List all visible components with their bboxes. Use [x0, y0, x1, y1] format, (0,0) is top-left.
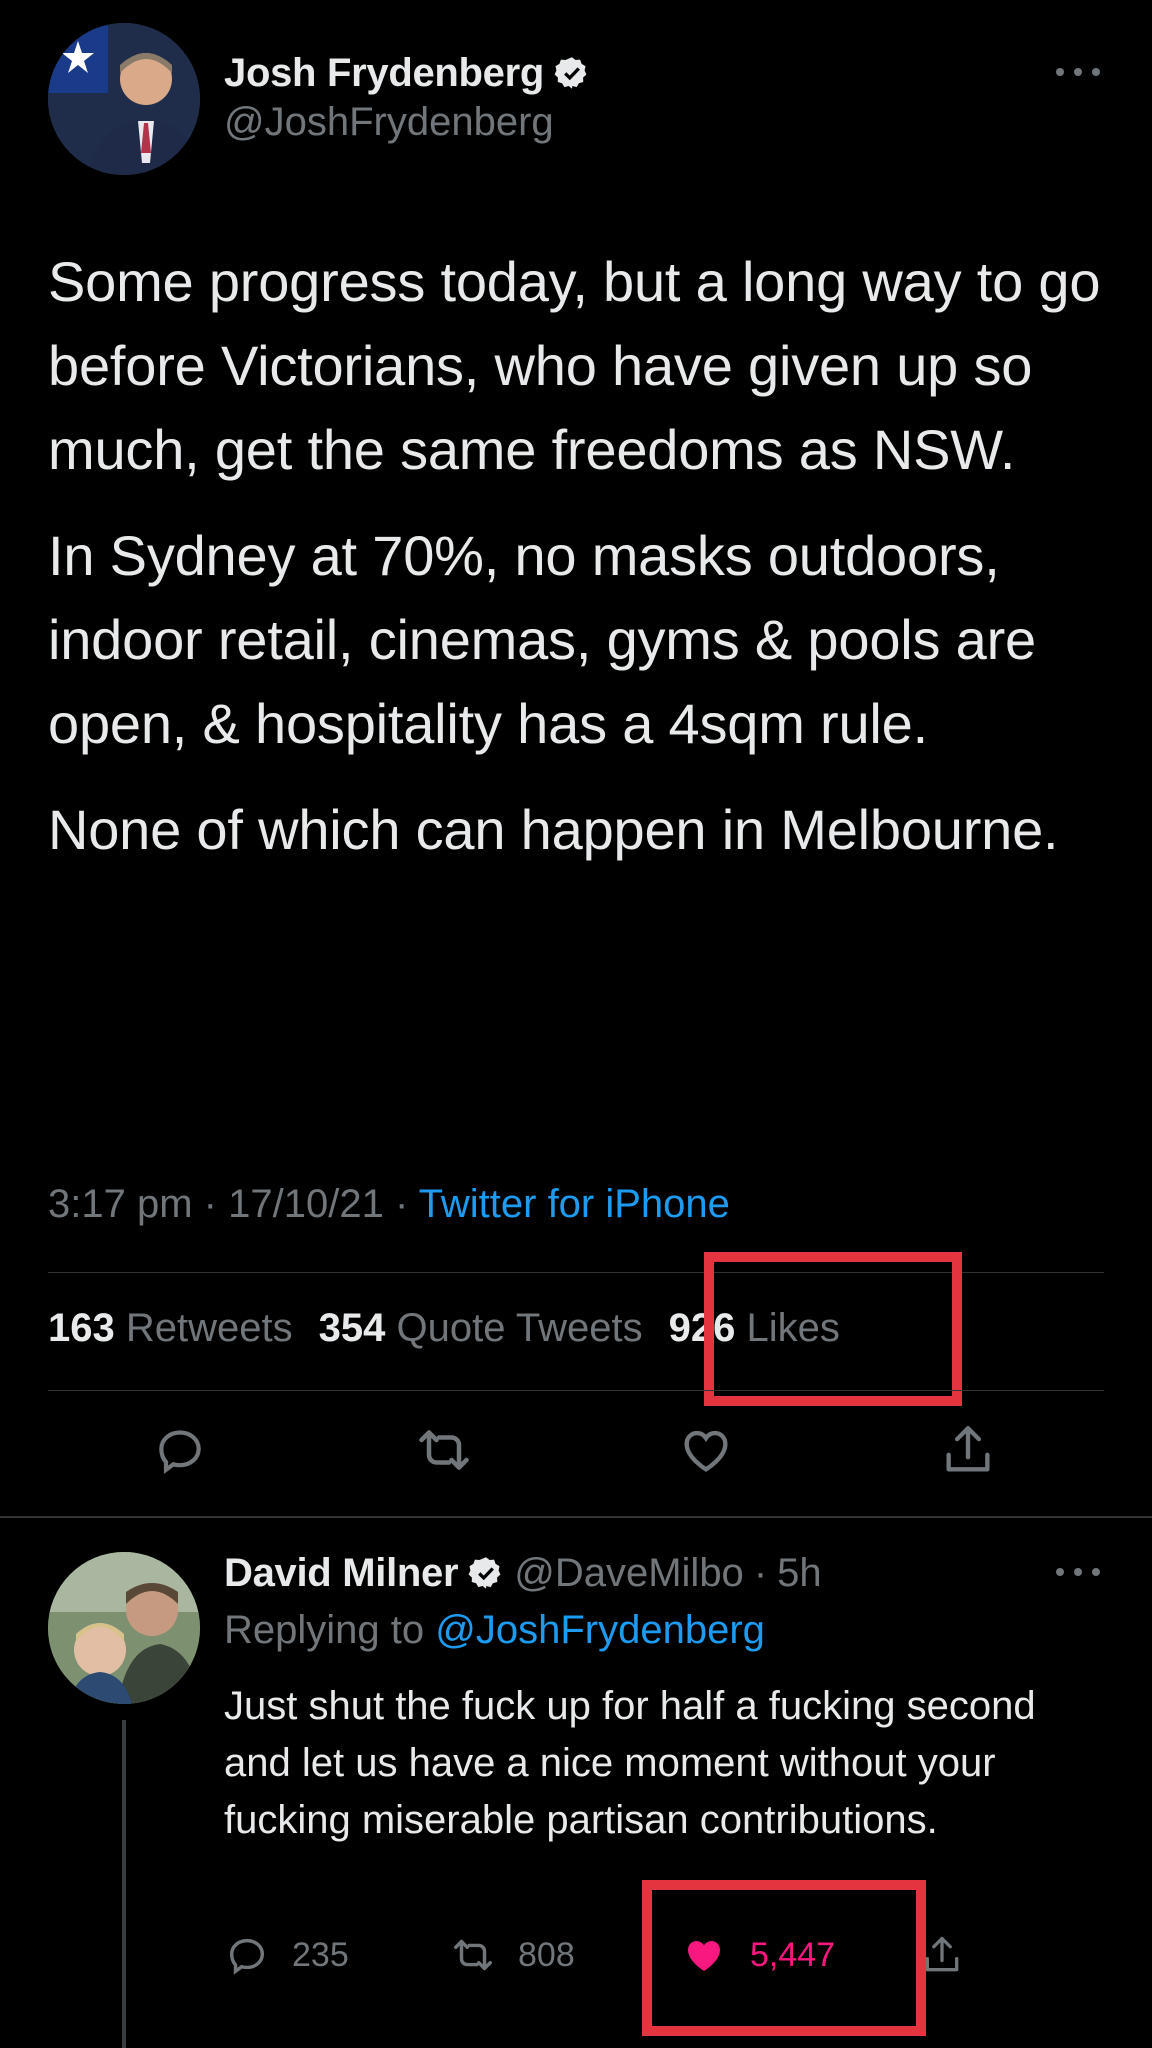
replying-to-label: Replying to: [224, 1608, 425, 1652]
author-name-line[interactable]: Josh Frydenberg: [224, 48, 590, 98]
verified-badge-icon: [468, 1555, 504, 1591]
retweets-count: 163: [48, 1306, 115, 1350]
reply-time[interactable]: 5h: [777, 1551, 822, 1596]
reply-separator: ·: [753, 1550, 768, 1595]
main-tweet: Josh Frydenberg @JoshFrydenberg Some pro…: [0, 0, 1152, 1515]
tweet-paragraph: Some progress today, but a long way to g…: [48, 250, 1101, 481]
author-display-name[interactable]: Josh Frydenberg: [224, 51, 544, 96]
like-icon[interactable]: [676, 1420, 736, 1480]
reply-display-name[interactable]: David Milner: [224, 1551, 459, 1596]
meta-separator: ·: [394, 1182, 409, 1226]
verified-badge-icon: [554, 55, 590, 91]
reply-handle[interactable]: @DaveMilbo: [514, 1551, 744, 1596]
author-handle[interactable]: @JoshFrydenberg: [224, 100, 554, 145]
reply-text: Just shut the fuck up for half a fucking…: [224, 1684, 1036, 1842]
tweet-source-link[interactable]: Twitter for iPhone: [419, 1182, 730, 1226]
tweet-text: Some progress today, but a long way to g…: [48, 240, 1108, 894]
likes-highlight-box: [704, 1252, 962, 1406]
reply-share-button[interactable]: [920, 1930, 964, 1980]
tweet-paragraph: In Sydney at 70%, no masks outdoors, ind…: [48, 524, 1036, 755]
reply-retweet-button[interactable]: 808: [450, 1930, 575, 1980]
thread-line: [122, 1720, 126, 2048]
speech-bubble-icon: [229, 1938, 265, 1975]
reply-author-line[interactable]: David Milner @DaveMilbo · 5h: [224, 1548, 822, 1598]
tweet-time[interactable]: 3:17 pm: [48, 1182, 193, 1226]
retweet-count: 808: [518, 1935, 575, 1974]
reply-reply-button[interactable]: 235: [224, 1930, 349, 1980]
replying-to-mention[interactable]: @JoshFrydenberg: [435, 1608, 765, 1652]
tweet-timestamp-line: 3:17 pm · 17/10/21 · Twitter for iPhone: [48, 1182, 730, 1227]
like-highlight-box: [642, 1880, 926, 2036]
reply-count: 235: [292, 1935, 349, 1974]
quote-tweets-label: Quote Tweets: [396, 1306, 643, 1350]
share-icon[interactable]: [938, 1420, 998, 1480]
avatar-photo: [48, 23, 200, 175]
share-upload-icon: [925, 1936, 959, 1972]
tweet-paragraph: None of which can happen in Melbourne.: [48, 798, 1059, 861]
retweet-arrows-icon: [454, 1939, 492, 1971]
tweet-date[interactable]: 17/10/21: [228, 1182, 384, 1226]
meta-separator: ·: [203, 1182, 217, 1226]
quote-tweets-count: 354: [318, 1306, 386, 1350]
avatar-photo: [48, 1552, 200, 1704]
more-dots-icon[interactable]: [1056, 62, 1100, 82]
reply-icon[interactable]: [150, 1420, 210, 1480]
retweet-icon[interactable]: [414, 1420, 474, 1480]
retweets-label: Retweets: [125, 1306, 293, 1350]
divider: [0, 1516, 1152, 1518]
tweet-action-bar: [0, 1420, 1152, 1490]
more-dots-icon[interactable]: [1056, 1562, 1100, 1582]
replying-to-line: Replying to @JoshFrydenberg: [224, 1608, 765, 1653]
quote-tweets-stat[interactable]: 354 Quote Tweets: [319, 1306, 643, 1350]
divider: [48, 1390, 1104, 1391]
reply-avatar[interactable]: [48, 1552, 200, 1704]
retweets-stat[interactable]: 163 Retweets: [48, 1306, 293, 1350]
avatar[interactable]: [48, 23, 200, 175]
